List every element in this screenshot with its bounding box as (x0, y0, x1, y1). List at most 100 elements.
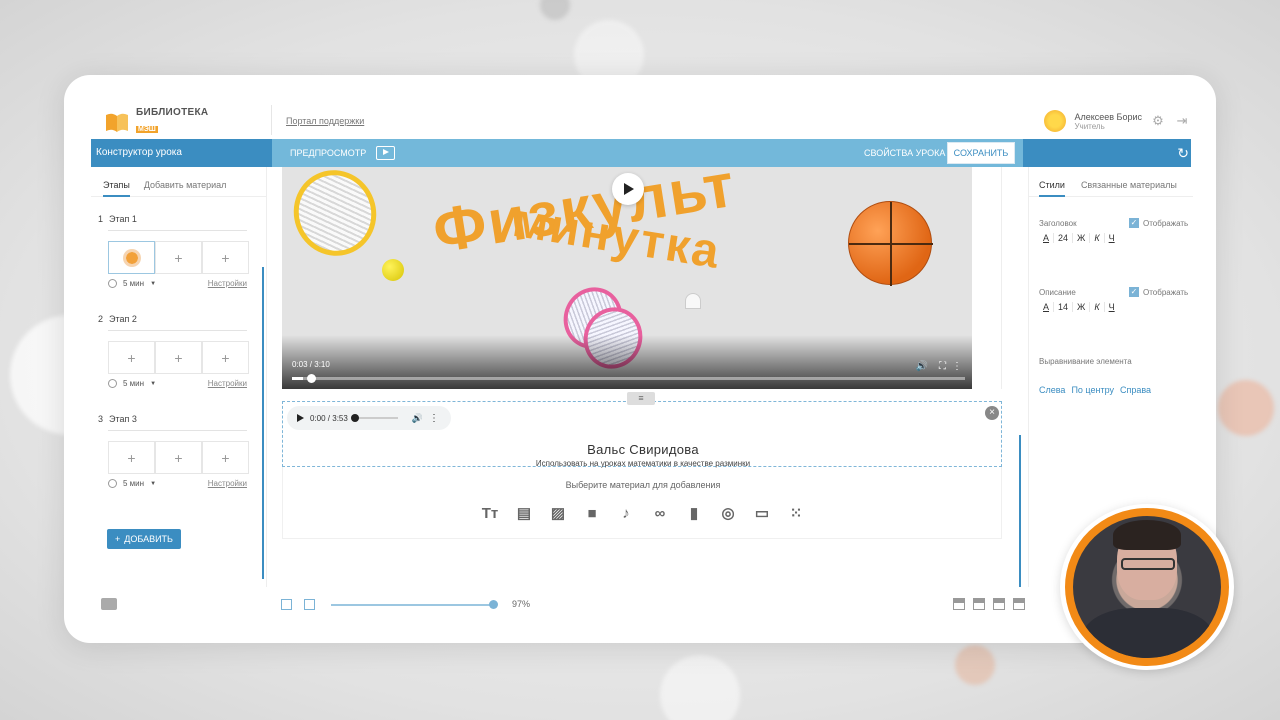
chevron-down-icon[interactable]: ▼ (150, 381, 156, 387)
stage-number: 1 (98, 214, 104, 224)
canvas-scrollbar[interactable] (1019, 435, 1021, 587)
save-button[interactable]: СОХРАНИТЬ (947, 142, 1015, 164)
add-material-slot[interactable]: + (202, 241, 249, 274)
tab-add-material[interactable]: Добавить материал (144, 180, 227, 196)
description-show-checkbox[interactable]: ✓ Отображать (1129, 287, 1188, 297)
material-picker: Выберите материал для добавления Tт ▤ ▨ … (282, 467, 1002, 539)
video-progress-fill (292, 377, 303, 380)
audio-progress-bar[interactable] (350, 414, 398, 422)
video-progress-bar[interactable] (292, 374, 965, 383)
align-left-option[interactable]: Слева (1039, 385, 1065, 395)
chevron-down-icon[interactable]: ▼ (150, 481, 156, 487)
video-progress-knob[interactable] (306, 374, 316, 383)
tab-related-materials[interactable]: Связанные материалы (1081, 180, 1177, 196)
bold-button[interactable]: Ж (1073, 302, 1091, 312)
left-panel-toggle-icon[interactable] (281, 599, 292, 610)
stage-duration[interactable]: 5 мин (123, 479, 144, 488)
logout-icon[interactable]: ⇥ (1174, 113, 1190, 129)
text-icon[interactable]: Tт (480, 504, 500, 524)
add-material-slot[interactable]: + (155, 341, 202, 374)
italic-button[interactable]: К (1090, 233, 1105, 243)
section-title: Конструктор урока (91, 139, 272, 167)
underline-button[interactable]: Ч (1105, 233, 1119, 243)
layout-top-icon[interactable] (953, 598, 965, 610)
audio-material-block[interactable]: 0:00 / 3:53 🔊 ⋮ × Вальс Свиридова Исполь… (282, 401, 1002, 468)
right-panel-toggle-icon[interactable] (304, 599, 315, 610)
layout-middle-icon[interactable] (973, 598, 985, 610)
avatar[interactable] (1044, 110, 1067, 132)
close-icon[interactable]: × (985, 406, 999, 420)
stage-title[interactable]: Этап 3 (109, 414, 137, 424)
more-vertical-icon[interactable]: ⋮ (429, 413, 439, 424)
drag-handle-icon[interactable]: ≡ (627, 392, 655, 405)
stage-settings-link[interactable]: Настройки (208, 279, 247, 288)
add-material-slot[interactable]: + (202, 441, 249, 474)
add-material-slot[interactable]: + (108, 441, 155, 474)
align-right-option[interactable]: Справа (1120, 385, 1151, 395)
print-icon[interactable] (101, 598, 117, 610)
stage-settings-link[interactable]: Настройки (208, 379, 247, 388)
app-window: БИБЛИОТЕКА МЭШ Портал поддержки Алексеев… (64, 75, 1216, 643)
zoom-slider[interactable] (331, 604, 497, 606)
fullscreen-icon[interactable]: ⛶ (939, 361, 946, 372)
zoom-slider-knob[interactable] (489, 600, 498, 609)
add-material-slot[interactable]: + (155, 441, 202, 474)
stage-1: 1 Этап 1 + + 5 мин ▼ Настройки (91, 214, 261, 288)
stage-duration[interactable]: 5 мин (123, 379, 144, 388)
font-size-select[interactable]: 14 (1054, 302, 1074, 312)
link-icon[interactable]: ∞ (650, 504, 670, 524)
fingerprint-icon[interactable]: ◎ (718, 504, 738, 524)
support-portal-link[interactable]: Портал поддержки (286, 116, 364, 126)
stage-settings-link[interactable]: Настройки (208, 479, 247, 488)
volume-icon[interactable]: 🔊 (916, 361, 928, 372)
window-icon[interactable]: ▭ (752, 504, 772, 524)
italic-button[interactable]: К (1090, 302, 1105, 312)
logo[interactable]: БИБЛИОТЕКА МЭШ (104, 107, 208, 136)
stage-title[interactable]: Этап 1 (109, 214, 137, 224)
apps-icon[interactable]: ⁙ (786, 504, 806, 524)
audio-player[interactable]: 0:00 / 3:53 🔊 ⋮ (287, 406, 451, 430)
add-material-slot[interactable]: + (202, 341, 249, 374)
stage-title[interactable]: Этап 2 (109, 314, 137, 324)
check-icon: ✓ (1129, 287, 1139, 297)
tab-stages[interactable]: Этапы (103, 180, 130, 197)
add-stage-label: ДОБАВИТЬ (124, 534, 173, 544)
plus-icon: + (115, 534, 121, 544)
volume-icon[interactable]: 🔊 (412, 413, 423, 424)
layout-left-icon[interactable] (993, 598, 1005, 610)
stages-scrollbar[interactable] (262, 267, 264, 579)
chevron-down-icon[interactable]: ▼ (150, 281, 156, 287)
stages-panel: Этапы Добавить материал 1 Этап 1 + + 5 м… (91, 167, 267, 587)
video-player[interactable]: Физкульт минутка 0:03 / 3:10 🔊 ⛶ ⋮ (282, 167, 972, 389)
stage-material-thumbnail[interactable] (108, 241, 155, 274)
underline-button[interactable]: Ч (1105, 302, 1119, 312)
alignment-options: Слева По центру Справа (1039, 385, 1151, 395)
lesson-properties-button[interactable]: СВОЙСТВА УРОКА (864, 139, 945, 167)
gear-icon[interactable]: ⚙ (1150, 113, 1166, 129)
play-icon[interactable] (612, 173, 644, 205)
document-icon[interactable]: ▮ (684, 504, 704, 524)
add-material-slot[interactable]: + (108, 341, 155, 374)
stage-number: 3 (98, 414, 104, 424)
play-icon[interactable] (297, 414, 304, 422)
heading-show-checkbox[interactable]: ✓ Отображать (1129, 218, 1188, 228)
audio-progress-knob[interactable] (350, 414, 359, 422)
font-color-icon[interactable]: A (1039, 233, 1055, 243)
show-label: Отображать (1143, 218, 1189, 228)
font-color-icon[interactable]: A (1039, 302, 1055, 312)
article-icon[interactable]: ▤ (514, 504, 534, 524)
stage-duration[interactable]: 5 мин (123, 279, 144, 288)
preview-button[interactable]: ПРЕДПРОСМОТР (290, 139, 396, 167)
bold-button[interactable]: Ж (1073, 233, 1091, 243)
font-size-select[interactable]: 24 (1054, 233, 1074, 243)
image-icon[interactable]: ▨ (548, 504, 568, 524)
music-icon[interactable]: ♪ (616, 504, 636, 524)
more-vertical-icon[interactable]: ⋮ (952, 361, 962, 372)
layout-split-icon[interactable] (1013, 598, 1025, 610)
video-icon[interactable]: ■ (582, 504, 602, 524)
add-stage-button[interactable]: + ДОБАВИТЬ (107, 529, 181, 549)
align-center-option[interactable]: По центру (1071, 385, 1114, 395)
tab-styles[interactable]: Стили (1039, 180, 1065, 197)
history-icon[interactable]: ↻ (1177, 145, 1189, 162)
add-material-slot[interactable]: + (155, 241, 202, 274)
